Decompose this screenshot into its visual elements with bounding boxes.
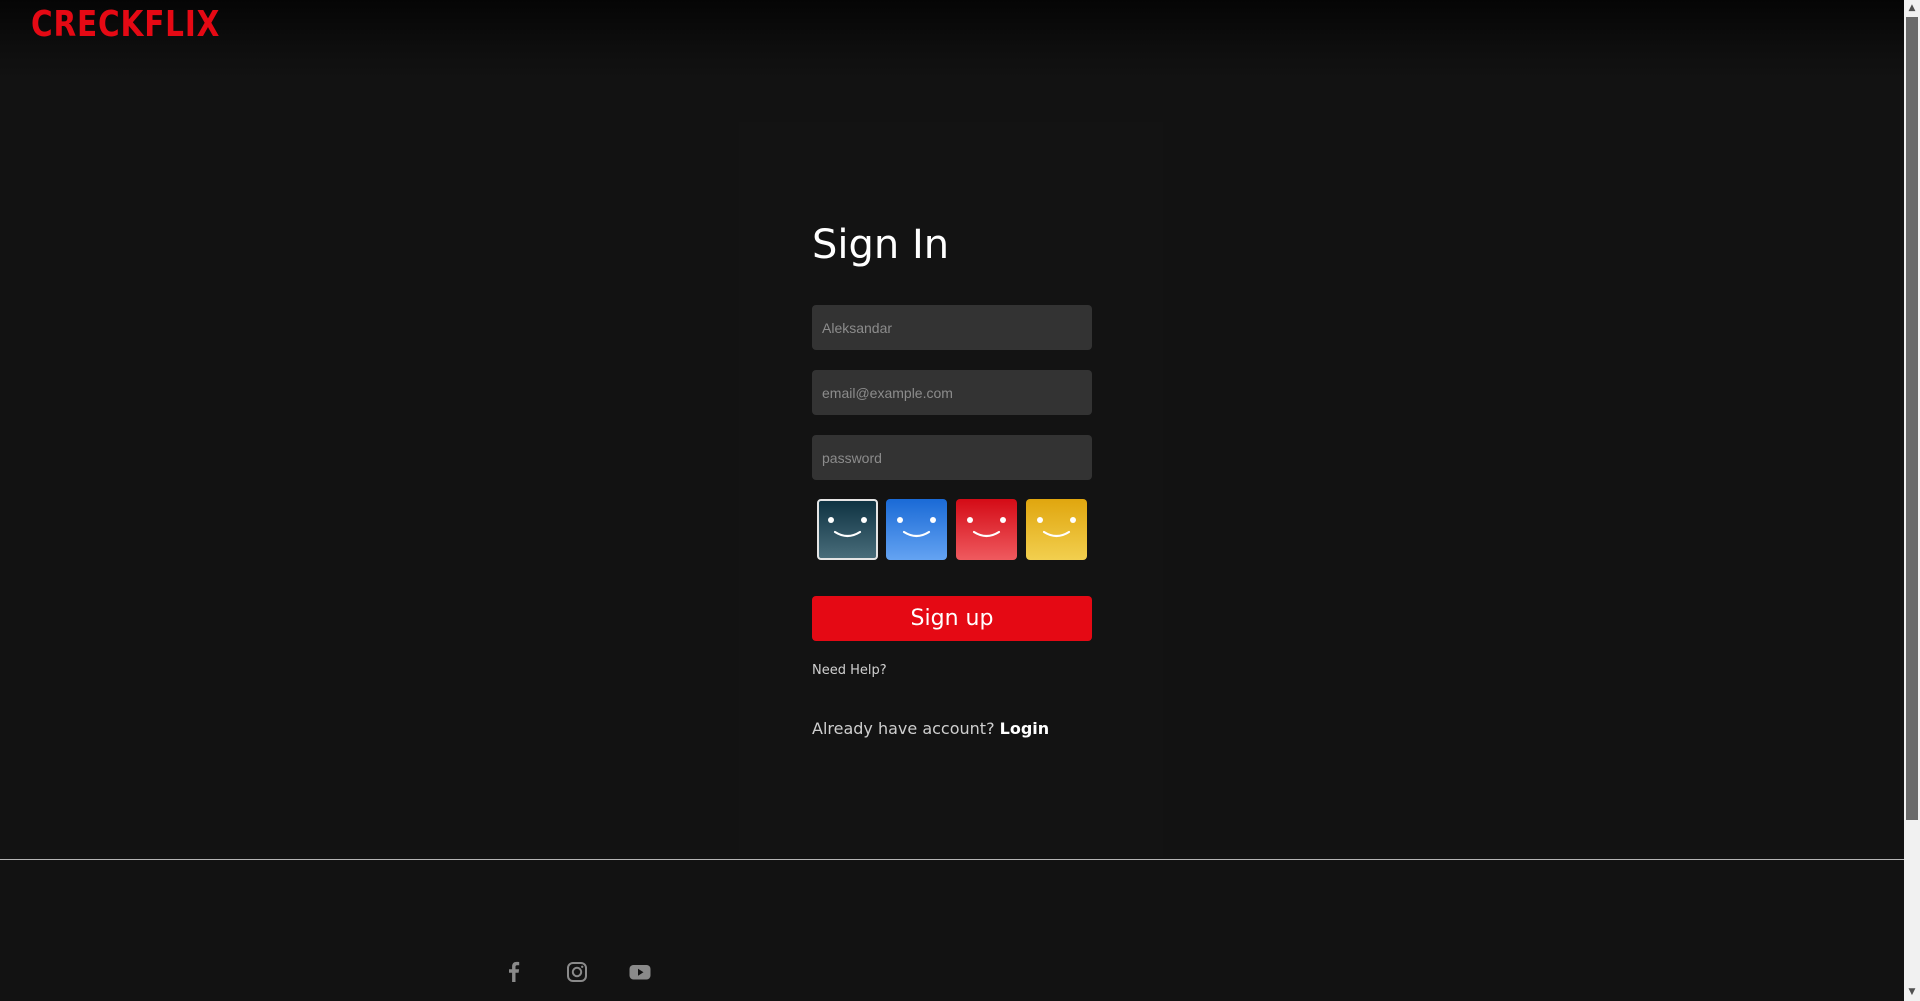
already-account-text: Already have account? [812, 719, 995, 738]
page: CRECKFLIX Sign In Aleksandar email@examp… [0, 0, 1920, 1001]
brand-logo[interactable]: CRECKFLIX [31, 4, 220, 45]
login-link[interactable]: Login [1000, 719, 1050, 738]
scroll-up-arrow-icon[interactable]: ▲ [1904, 0, 1920, 17]
scrollbar-thumb[interactable] [1906, 17, 1918, 820]
smiley-avatar-icon [886, 499, 947, 560]
facebook-icon[interactable] [500, 958, 528, 986]
footer [0, 860, 1904, 1001]
smiley-avatar-icon [956, 499, 1017, 560]
avatar-option-blue[interactable] [886, 499, 947, 560]
scroll-down-arrow-icon[interactable]: ▼ [1904, 984, 1920, 1001]
page-title: Sign In [812, 222, 950, 268]
instagram-icon[interactable] [563, 958, 591, 986]
youtube-icon[interactable] [626, 958, 654, 986]
signin-card [739, 122, 1163, 857]
already-account-row: Already have account? Login [812, 719, 1049, 738]
smiley-avatar-icon [817, 499, 878, 560]
name-input[interactable] [812, 305, 1092, 350]
smiley-avatar-icon [1026, 499, 1087, 560]
avatar-option-red[interactable] [956, 499, 1017, 560]
top-bar: CRECKFLIX [0, 0, 1904, 80]
password-input[interactable] [812, 435, 1092, 480]
need-help-link[interactable]: Need Help? [812, 663, 887, 678]
avatar-picker [816, 499, 1088, 561]
vertical-scrollbar[interactable]: ▲ ▼ [1904, 0, 1920, 1001]
avatar-option-teal[interactable] [817, 499, 878, 560]
sign-up-button[interactable]: Sign up [812, 596, 1092, 641]
avatar-option-yellow[interactable] [1026, 499, 1087, 560]
email-input[interactable] [812, 370, 1092, 415]
